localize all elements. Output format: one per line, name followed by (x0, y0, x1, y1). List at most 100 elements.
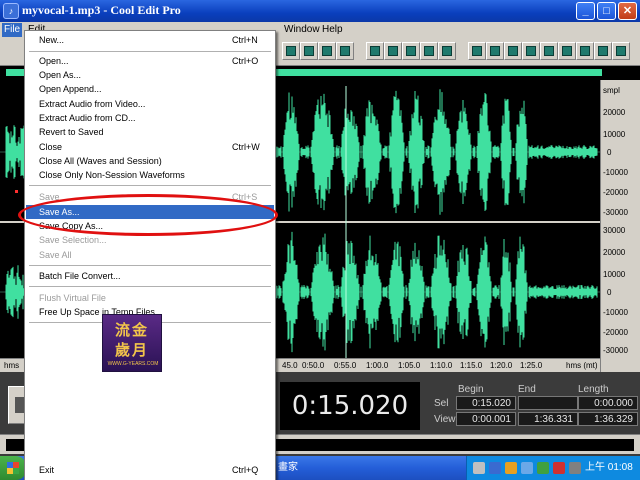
toolbar-button-7[interactable] (402, 42, 420, 60)
toolbar-button-13[interactable] (522, 42, 540, 60)
selection-panel: Begin End Length Sel View 0:15.020 0:00.… (426, 372, 640, 432)
close-button[interactable]: ✕ (618, 2, 637, 20)
ruler-label: 1:10.0 (430, 361, 453, 370)
menu-separator (29, 185, 271, 186)
ruler-unit-right: hms (mt) (566, 361, 598, 370)
menu-file[interactable]: File (2, 23, 23, 37)
menu-item-new[interactable]: New... Ctrl+N (26, 33, 274, 47)
ruler-label: 1:25.0 (520, 361, 543, 370)
menu-window[interactable]: Window (282, 23, 322, 37)
view-begin-field[interactable]: 0:00.001 (456, 412, 516, 426)
tray-icon[interactable] (521, 462, 533, 474)
scale-label: 20000 (603, 248, 626, 257)
scale-label: 10000 (603, 130, 626, 139)
menu-item-open-append[interactable]: Open Append... (26, 82, 274, 96)
marker-dot (15, 190, 18, 193)
scale-label: 30000 (603, 226, 626, 235)
toolbar-button-10[interactable] (468, 42, 486, 60)
menu-separator (29, 51, 271, 52)
sel-length-field[interactable]: 0:00.000 (578, 396, 638, 410)
logo-text-1: 流金 (115, 321, 150, 339)
toolbar-button-4[interactable] (336, 42, 354, 60)
system-tray: 上午 01:08 (466, 456, 640, 480)
ruler-unit-left: hms (4, 361, 20, 370)
scale-label: -10000 (603, 168, 628, 177)
ruler-label: 0:50.0 (302, 361, 325, 370)
clock: 上午 01:08 (585, 462, 633, 473)
start-button[interactable] (0, 456, 26, 480)
column-header-length: Length (578, 384, 609, 395)
windows-logo-icon (7, 462, 19, 474)
app-icon[interactable]: ♪ (3, 3, 19, 19)
menu-item-close-non-session[interactable]: Close Only Non-Session Waveforms (26, 168, 274, 182)
annotation-ellipse (18, 194, 278, 236)
ruler-label: 1:05.0 (398, 361, 421, 370)
view-length-field[interactable]: 1:36.329 (578, 412, 638, 426)
ruler-label: 1:15.0 (460, 361, 483, 370)
tray-icon[interactable] (537, 462, 549, 474)
toolbar-button-15[interactable] (558, 42, 576, 60)
menu-item-exit[interactable]: Exit Ctrl+Q (26, 463, 274, 477)
scale-label: -20000 (603, 188, 628, 197)
scale-label: -10000 (603, 308, 628, 317)
ruler-label: 0:55.0 (334, 361, 357, 370)
ruler-label: 1:00.0 (366, 361, 389, 370)
logo-text-2: 歲月 (115, 341, 150, 359)
menu-item-close[interactable]: Close Ctrl+W (26, 140, 274, 154)
tray-icon[interactable] (489, 462, 501, 474)
menu-item-open-as[interactable]: Open As... (26, 68, 274, 82)
menu-item-revert[interactable]: Revert to Saved (26, 125, 274, 139)
menu-item-batch-convert[interactable]: Batch File Convert... (26, 269, 274, 283)
menu-item-open[interactable]: Open... Ctrl+O (26, 54, 274, 68)
menu-item-save-all: Save All (39, 250, 72, 260)
scale-label: -30000 (603, 346, 628, 355)
toolbar-button-9[interactable] (438, 42, 456, 60)
toolbar-button-2[interactable] (300, 42, 318, 60)
minimize-button[interactable]: _ (576, 2, 595, 20)
scale-label: 0 (607, 148, 612, 157)
view-end-field[interactable]: 1:36.331 (518, 412, 578, 426)
menu-separator (29, 286, 271, 287)
volume-icon[interactable] (569, 462, 581, 474)
menu-help[interactable]: Help (320, 23, 345, 37)
toolbar-button-18[interactable] (612, 42, 630, 60)
menu-separator (29, 265, 271, 266)
toolbar-button-6[interactable] (384, 42, 402, 60)
taskbar-item[interactable]: 畫家 (276, 459, 336, 477)
tray-icon[interactable] (473, 462, 485, 474)
ruler-label: 1:20.0 (490, 361, 513, 370)
menu-item-extract-video[interactable]: Extract Audio from Video... (26, 97, 274, 111)
toolbar-button-17[interactable] (594, 42, 612, 60)
tray-icon[interactable] (505, 462, 517, 474)
amplitude-scale: smpl 20000 10000 0 -10000 -20000 -30000 … (600, 80, 640, 372)
title-bar: ♪ myvocal-1.mp3 - Cool Edit Pro _ □ ✕ (0, 0, 640, 22)
toolbar-button-3[interactable] (318, 42, 336, 60)
menu-item-extract-cd[interactable]: Extract Audio from CD... (26, 111, 274, 125)
menu-item-flush-virtual: Flush Virtual File (39, 293, 106, 303)
sel-end-field[interactable] (518, 396, 578, 410)
toolbar-button-5[interactable] (366, 42, 384, 60)
shield-icon[interactable] (553, 462, 565, 474)
menu-item-close-all[interactable]: Close All (Waves and Session) (26, 154, 274, 168)
scale-label: 10000 (603, 270, 626, 279)
maximize-button[interactable]: □ (597, 2, 616, 20)
time-display: 0:15.020 (280, 382, 420, 430)
toolbar-button-8[interactable] (420, 42, 438, 60)
sel-label: Sel (434, 398, 449, 409)
sel-begin-field[interactable]: 0:15.020 (456, 396, 516, 410)
toolbar-button-12[interactable] (504, 42, 522, 60)
scale-label: -20000 (603, 328, 628, 337)
logo-url: WWW.G-YEARS.COM (107, 361, 159, 367)
ruler-label: 45.0 (282, 361, 298, 370)
column-header-begin: Begin (458, 384, 484, 395)
toolbar-button-14[interactable] (540, 42, 558, 60)
window-title: myvocal-1.mp3 - Cool Edit Pro (22, 3, 181, 17)
scale-label: 0 (607, 288, 612, 297)
toolbar-button-1[interactable] (282, 42, 300, 60)
toolbar-button-16[interactable] (576, 42, 594, 60)
scale-label: -30000 (603, 208, 628, 217)
file-menu-dropdown: New... Ctrl+N Open... Ctrl+O Open As... Op… (24, 30, 276, 480)
column-header-end: End (518, 384, 536, 395)
watermark-logo: 流金 歲月 WWW.G-YEARS.COM (102, 314, 162, 372)
toolbar-button-11[interactable] (486, 42, 504, 60)
